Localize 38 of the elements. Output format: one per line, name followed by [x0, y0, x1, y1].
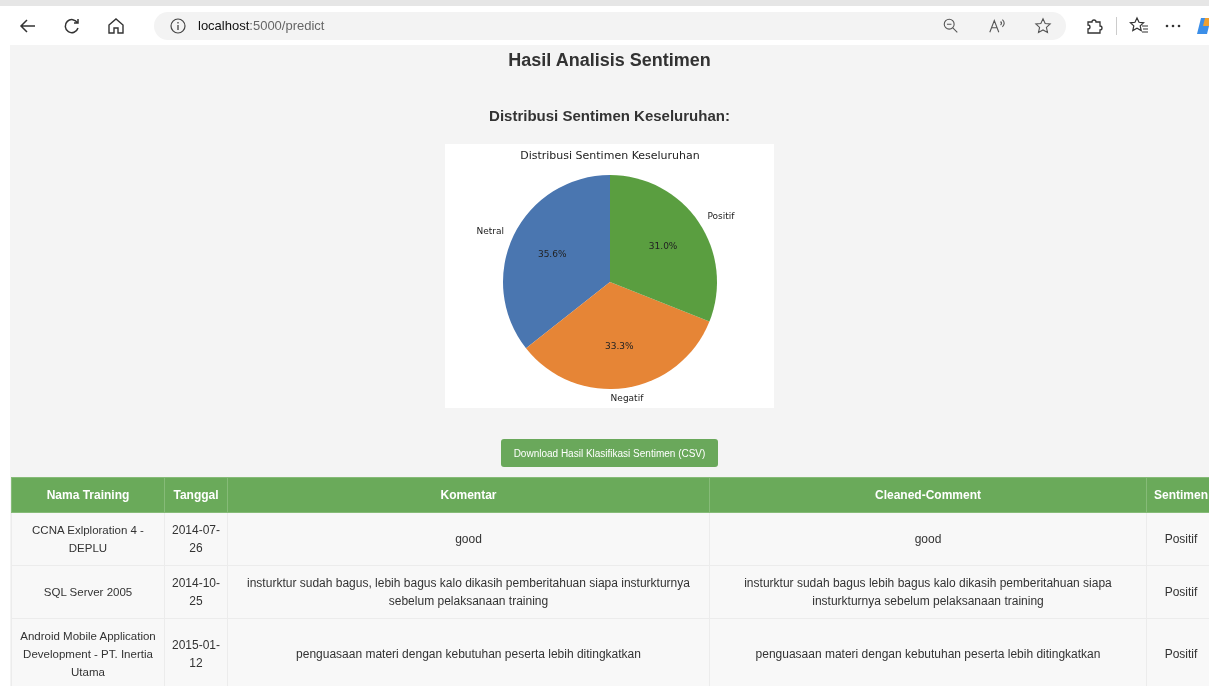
- table-cell: 2014-07-26: [164, 512, 228, 566]
- info-icon[interactable]: [168, 15, 188, 36]
- column-header: Nama Training: [11, 477, 165, 513]
- table-cell: Positif: [1146, 512, 1209, 566]
- column-header: Tanggal: [164, 477, 228, 513]
- column-header: Komentar: [227, 477, 710, 513]
- zoom-out-icon[interactable]: [942, 16, 960, 35]
- url-text: localhost:5000/predict: [198, 18, 326, 33]
- table-cell: good: [709, 512, 1147, 566]
- chart-title: Distribusi Sentimen Keseluruhan: [520, 149, 700, 162]
- address-bar[interactable]: localhost:5000/predict: [154, 11, 1066, 40]
- home-icon[interactable]: [106, 15, 126, 36]
- slice-label: Positif: [707, 210, 735, 221]
- column-header: Sentimen: [1146, 477, 1209, 513]
- table-cell: 2015-01-12: [164, 618, 228, 686]
- page-title: Hasil Analisis Sentimen: [508, 50, 711, 71]
- percent-label: 35.6%: [537, 249, 567, 259]
- table-cell: CCNA Exlploration 4 - DEPLU: [11, 512, 165, 566]
- table-cell: penguasaan materi dengan kebutuhan peserta lebih ditingkatkan: [227, 618, 710, 686]
- slice-label: Netral: [476, 225, 505, 236]
- table-cell: good: [227, 512, 710, 566]
- star-icon[interactable]: [1034, 16, 1052, 35]
- table-cell: Android Mobile Application Development - PT. Inertia Utama: [11, 618, 165, 686]
- percent-label: 33.3%: [604, 340, 634, 351]
- table-cell: SQL Server 2005: [11, 565, 165, 619]
- favorites-icon[interactable]: [1129, 15, 1149, 36]
- section-heading: Distribusi Sentimen Keseluruhan:: [489, 107, 730, 124]
- table-cell: insturktur sudah bagus, lebih bagus kalo dikasih pemberitahuan siapa insturkturnya sebelum pelaksanaan training: [227, 565, 710, 619]
- table-cell: penguasaan materi dengan kebutuhan peserta lebih ditingkatkan: [709, 618, 1147, 686]
- slice-label: Negatif: [610, 393, 644, 404]
- table-cell: insturktur sudah bagus lebih bagus kalo dikasih pemberitahuan siapa insturkturnya sebelum pelaksanaan training: [709, 565, 1147, 619]
- table-cell: 2014-10-25: [164, 565, 228, 619]
- column-header: Cleaned-Comment: [709, 477, 1147, 513]
- percent-label: 31.0%: [648, 240, 678, 251]
- table-cell: Positif: [1146, 618, 1209, 686]
- read-aloud-icon[interactable]: [988, 16, 1006, 35]
- swirl-logo-icon[interactable]: [1197, 15, 1209, 36]
- table-cell: Positif: [1146, 565, 1209, 619]
